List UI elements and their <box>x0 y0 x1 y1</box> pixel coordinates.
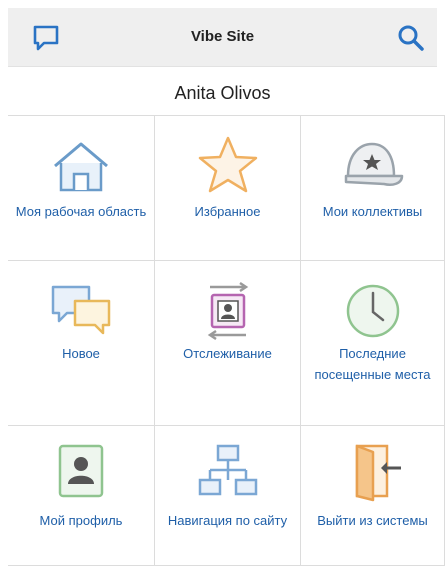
tile-workspace[interactable]: Моя рабочая область <box>8 116 155 261</box>
team-cap-icon <box>344 142 403 186</box>
star-icon <box>198 136 257 193</box>
tile-tracking[interactable]: Отслеживание <box>155 261 301 426</box>
tracking-icon <box>207 281 248 341</box>
tile-logout[interactable]: Выйти из системы <box>301 426 445 566</box>
site-title: Vibe Site <box>190 28 255 45</box>
tile-teams[interactable]: Мои коллективы <box>301 116 445 261</box>
sitemap-icon <box>198 444 257 496</box>
tile-grid: Моя рабочая область Избранное Мои коллек… <box>8 115 445 566</box>
header-bar: Vibe Site <box>8 8 437 67</box>
tile-label: Избранное <box>194 204 261 219</box>
user-name: Anita Olivos <box>174 83 271 103</box>
tile-label: Моя рабочая область <box>15 204 147 219</box>
home-icon <box>54 142 108 192</box>
tile-new[interactable]: Новое <box>8 261 155 426</box>
tile-label: Навигация по сайту <box>167 513 288 528</box>
tile-recent[interactable]: Последние посещенные места <box>301 261 445 426</box>
tile-label: Отслеживание <box>183 346 272 361</box>
tile-label: Новое <box>62 346 100 361</box>
tile-sitemap[interactable]: Навигация по сайту <box>155 426 301 566</box>
tile-label: Мои коллективы <box>322 204 423 219</box>
logout-door-icon <box>355 444 401 502</box>
tile-label: Выйти из системы <box>317 513 428 528</box>
chat-bubbles-icon <box>51 285 111 335</box>
tile-profile[interactable]: Мой профиль <box>8 426 155 566</box>
clock-icon <box>346 284 399 338</box>
tile-label: Мой профиль <box>39 513 123 528</box>
search-icon[interactable] <box>395 22 427 54</box>
profile-card-icon <box>58 444 104 498</box>
tile-favorites[interactable]: Избранное <box>155 116 301 261</box>
tile-label: Последние посещенные места <box>314 346 431 382</box>
